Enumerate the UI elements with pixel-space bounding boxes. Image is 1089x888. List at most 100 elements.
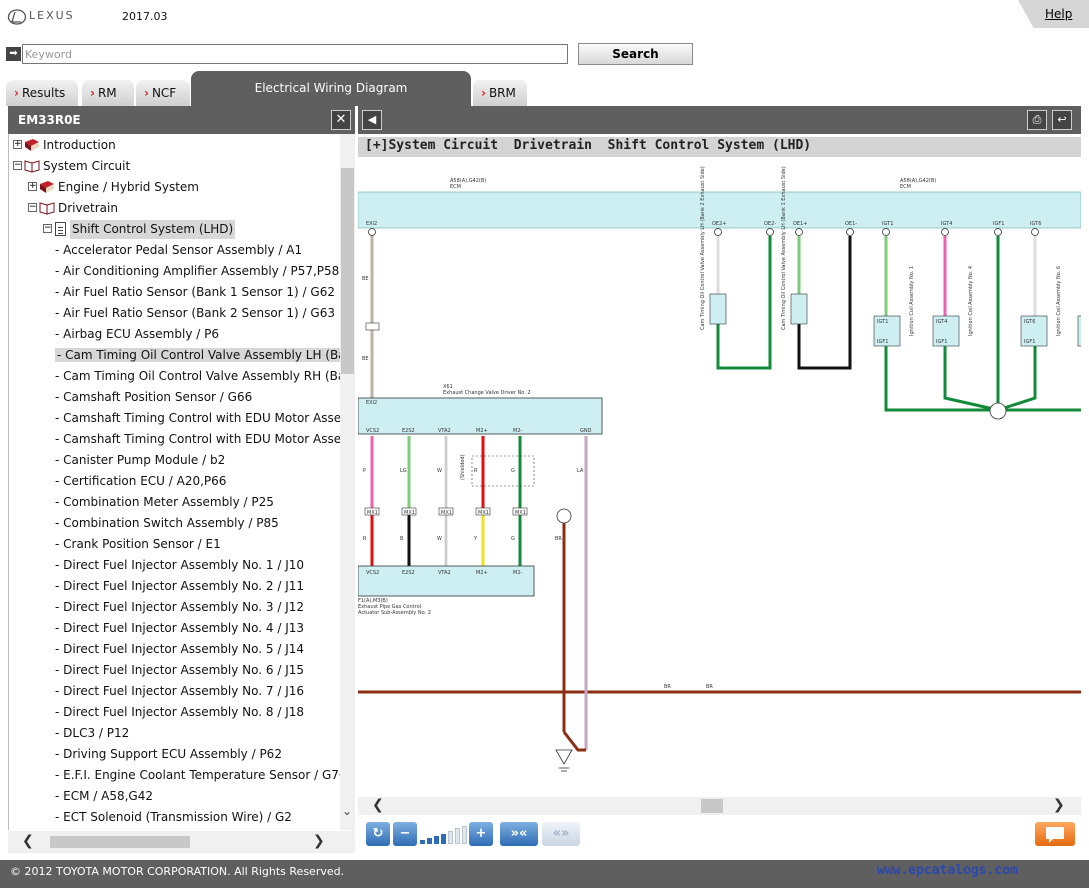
tree-leaf-label: - E.F.I. Engine Coolant Temperature Sens… bbox=[55, 768, 340, 782]
tree-leaf-item[interactable]: - Direct Fuel Injector Assembly No. 7 / … bbox=[55, 682, 304, 701]
pin-label: IGF1 bbox=[877, 339, 888, 345]
left-panel-header: EM33R0E ✕ bbox=[8, 106, 355, 134]
search-button[interactable]: Search bbox=[578, 43, 693, 65]
tree-leaf-item[interactable]: - Direct Fuel Injector Assembly No. 3 / … bbox=[55, 598, 304, 617]
tree-leaf-item[interactable]: - Combination Meter Assembly / P25 bbox=[55, 493, 274, 512]
chevron-left-icon[interactable]: ❮ bbox=[22, 833, 34, 849]
print-icon[interactable]: ⎙ bbox=[1027, 110, 1047, 130]
tree-leaf-item[interactable]: - Airbag ECU Assembly / P6 bbox=[55, 325, 219, 344]
collapse-icon[interactable]: − bbox=[13, 161, 22, 170]
pin-label: IGT1 bbox=[882, 221, 893, 227]
pin-terminal bbox=[714, 228, 722, 236]
valve-box bbox=[709, 293, 727, 325]
wire-g-igf bbox=[997, 346, 1037, 412]
document-icon bbox=[55, 222, 66, 236]
tab-electrical-wiring-diagram[interactable]: Electrical Wiring Diagram bbox=[191, 71, 471, 106]
tree-leaf-item[interactable]: - Crank Position Sensor / E1 bbox=[55, 535, 221, 554]
tree-leaf-item[interactable]: - Direct Fuel Injector Assembly No. 8 / … bbox=[55, 703, 304, 722]
pin-terminal bbox=[368, 228, 376, 236]
wire-color-label: BE bbox=[362, 356, 369, 362]
tree-leaf-item[interactable]: - Cam Timing Oil Control Valve Assembly … bbox=[55, 346, 340, 365]
tab-rm[interactable]: › RM bbox=[82, 80, 134, 106]
splice-point bbox=[989, 402, 1007, 420]
tree-leaf-item[interactable]: - Camshaft Timing Control with EDU Motor… bbox=[55, 430, 340, 449]
pin-label: IGT1 bbox=[877, 319, 888, 325]
brand-wordmark: LEXUS bbox=[29, 9, 75, 22]
tree-horizontal-scrollbar[interactable]: ❮ ❯ bbox=[8, 831, 355, 853]
tree-leaf-item[interactable]: - Canister Pump Module / b2 bbox=[55, 451, 225, 470]
help-link[interactable]: Help bbox=[1045, 7, 1072, 21]
zoom-in-icon[interactable]: + bbox=[469, 822, 493, 846]
component-name: Cam Timing Oil Control Valve Assembly LH… bbox=[781, 166, 787, 330]
tree-leaf-item[interactable]: - Camshaft Timing Control with EDU Motor… bbox=[55, 409, 340, 428]
wiring-diagram[interactable]: A58(A),G42(B) ECM A58(A),G42(B) ECM EXI2… bbox=[358, 160, 1081, 796]
fit-icon[interactable]: »« bbox=[500, 822, 538, 846]
scrollbar-thumb[interactable] bbox=[341, 168, 354, 374]
wiring-diagram-canvas: A58(A),G42(B) ECM A58(A),G42(B) ECM EXI2… bbox=[358, 166, 1081, 772]
tree-leaf-item[interactable]: - Air Conditioning Amplifier Assembly / … bbox=[55, 262, 339, 281]
tree-leaf-item[interactable]: - ECT Solenoid (Transmission Wire) / G2 bbox=[55, 808, 292, 827]
tree-leaf-item[interactable]: - Certification ECU / A20,P66 bbox=[55, 472, 226, 491]
tree-leaf-item[interactable]: - Camshaft Position Sensor / G66 bbox=[55, 388, 252, 407]
refresh-icon[interactable]: ↻ bbox=[366, 822, 390, 846]
pin-label: VCS2 bbox=[366, 570, 379, 576]
collapse-icon[interactable]: − bbox=[28, 203, 37, 212]
wire-color-label: G bbox=[511, 536, 515, 542]
search-input[interactable] bbox=[22, 44, 568, 64]
ground-symbol bbox=[555, 749, 573, 772]
chevron-right-icon[interactable]: ❯ bbox=[313, 833, 325, 849]
tree-leaf-item[interactable]: - Accelerator Pedal Sensor Assembly / A1 bbox=[55, 241, 302, 260]
tab-brm[interactable]: › BRM bbox=[473, 80, 527, 106]
expand-icon[interactable]: + bbox=[28, 182, 37, 191]
tree-leaf-item[interactable]: - Direct Fuel Injector Assembly No. 4 / … bbox=[55, 619, 304, 638]
tree-leaf-label: - Canister Pump Module / b2 bbox=[55, 453, 226, 467]
tree-leaf-label: - Direct Fuel Injector Assembly No. 3 / … bbox=[55, 600, 305, 614]
tree-leaf-item[interactable]: - Air Fuel Ratio Sensor (Bank 2 Sensor 1… bbox=[55, 304, 335, 323]
collapse-icon[interactable]: − bbox=[43, 224, 52, 233]
wire-color-label: P bbox=[363, 468, 366, 474]
tree-leaf-item[interactable]: - DLC3 / P12 bbox=[55, 724, 129, 743]
pin-terminal bbox=[795, 228, 803, 236]
footer-bar: © 2012 TOYOTA MOTOR CORPORATION. All Rig… bbox=[0, 860, 1089, 888]
tree-leaf-item[interactable]: - Driving Support ECU Assembly / P62 bbox=[55, 745, 282, 764]
feedback-icon[interactable] bbox=[1035, 822, 1075, 846]
collapse-icon[interactable]: «» bbox=[542, 822, 580, 846]
pin-label: M2+ bbox=[476, 428, 488, 434]
tab-results[interactable]: › Results bbox=[6, 80, 78, 106]
arrow-right-icon: ➡ bbox=[6, 47, 21, 61]
connector-box bbox=[365, 322, 380, 331]
chevron-left-icon[interactable]: ❮ bbox=[372, 797, 384, 813]
document-id: EM33R0E bbox=[18, 113, 81, 127]
scrollbar-thumb[interactable] bbox=[50, 836, 190, 848]
return-icon[interactable]: ↩ bbox=[1052, 110, 1072, 130]
pin-label: VTA2 bbox=[438, 428, 451, 434]
zoom-level-indicator[interactable] bbox=[420, 826, 468, 844]
ecm-name-label: ECM bbox=[450, 184, 461, 190]
chevron-right-icon[interactable]: ❯ bbox=[1053, 797, 1065, 813]
tree-leaf-item[interactable]: - ECM / A58,G42 bbox=[55, 787, 153, 806]
chevron-down-icon[interactable]: ⌄ bbox=[342, 804, 352, 818]
tree-leaf-item[interactable]: - Combination Switch Assembly / P85 bbox=[55, 514, 279, 533]
scrollbar-thumb[interactable] bbox=[701, 799, 723, 813]
tree-leaf-item[interactable]: - Direct Fuel Injector Assembly No. 1 / … bbox=[55, 556, 304, 575]
tab-ncf[interactable]: › NCF bbox=[136, 80, 190, 106]
tree-vertical-scrollbar[interactable]: ⌄ bbox=[340, 134, 355, 830]
book-open-icon bbox=[24, 160, 40, 173]
coil-box-partial bbox=[1077, 315, 1081, 347]
expand-icon[interactable]: + bbox=[13, 140, 22, 149]
tree-leaf-label: - Cam Timing Oil Control Valve Assembly … bbox=[55, 348, 340, 362]
book-closed-icon bbox=[25, 139, 39, 151]
connector-label: MX1 bbox=[515, 510, 526, 516]
tree-leaf-item[interactable]: - Direct Fuel Injector Assembly No. 5 / … bbox=[55, 640, 304, 659]
tree-leaf-item[interactable]: - Air Fuel Ratio Sensor (Bank 1 Sensor 1… bbox=[55, 283, 335, 302]
tree-leaf-item[interactable]: - Direct Fuel Injector Assembly No. 6 / … bbox=[55, 661, 304, 680]
tree-leaf-item[interactable]: - Direct Fuel Injector Assembly No. 2 / … bbox=[55, 577, 304, 596]
tree-leaf-item[interactable]: - Cam Timing Oil Control Valve Assembly … bbox=[55, 367, 340, 386]
pin-terminal bbox=[882, 228, 890, 236]
zoom-out-icon[interactable]: − bbox=[393, 822, 417, 846]
tree-leaf-item[interactable]: - E.F.I. Engine Coolant Temperature Sens… bbox=[55, 766, 340, 785]
pin-label: IGF1 bbox=[1024, 339, 1035, 345]
back-icon[interactable]: ◀ bbox=[362, 110, 382, 130]
diagram-horizontal-scrollbar[interactable]: ❮ ❯ bbox=[358, 797, 1081, 815]
close-icon[interactable]: ✕ bbox=[331, 110, 351, 130]
